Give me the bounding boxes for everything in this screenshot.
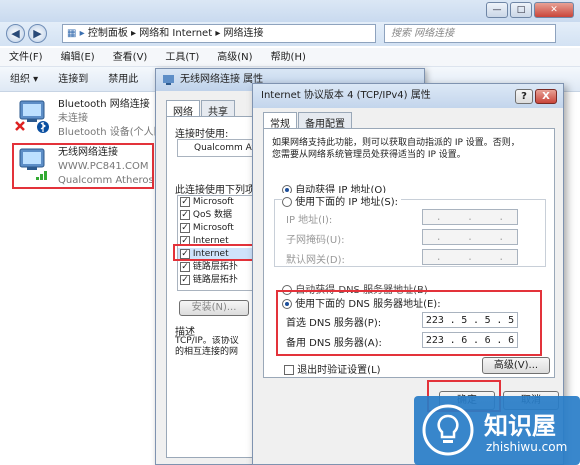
address-separator: ▸ [215, 28, 221, 39]
list-item[interactable]: ✓ QoS 数据 [178, 209, 256, 222]
maximize-button[interactable]: □ [510, 2, 532, 18]
menu-edit[interactable]: 编辑(E) [52, 48, 104, 67]
connection-adapter: Bluetooth 设备(个人区 [58, 127, 164, 138]
option-label: 使用下面的 DNS 服务器地址(E): [295, 299, 441, 310]
minimize-button[interactable]: — [486, 2, 508, 18]
list-item[interactable]: ✓ Microsoft [178, 222, 256, 235]
back-button[interactable]: ◀ [6, 24, 25, 43]
ip-octet: 223 [425, 334, 444, 346]
address-bar[interactable]: ▦ ▸ 控制面板 ▸ 网络和 Internet ▸ 网络连接 [62, 24, 376, 43]
gateway-label: 默认网关(D): [286, 255, 345, 266]
option-label: 使用下面的 IP 地址(S): [295, 197, 399, 208]
ip-octet: 5 [484, 314, 491, 326]
subnet-mask-input[interactable]: ... [422, 229, 518, 245]
tab-panel: 如果网络支持此功能，则可以获取自动指派的 IP 设置。否则， 您需要从网络系统管… [263, 128, 555, 378]
preferred-dns-label: 首选 DNS 服务器(P): [286, 318, 382, 329]
search-input[interactable]: 搜索 网络连接 [384, 24, 556, 43]
ip-octet: 6 [508, 334, 515, 346]
network-icon [163, 75, 174, 85]
ip-octet: 6 [484, 334, 491, 346]
alternate-dns-label: 备用 DNS 服务器(A): [286, 338, 382, 349]
close-button[interactable]: ✕ [534, 2, 574, 18]
disable-button[interactable]: 禁用此 [98, 67, 148, 92]
validate-option[interactable]: 退出时验证设置(L) [284, 361, 381, 376]
forward-button[interactable]: ▶ [28, 24, 47, 43]
adapter-name: Qualcomm At [194, 143, 256, 153]
watermark-url: zhishiwu.com [486, 440, 568, 454]
help-button[interactable]: ? [515, 89, 533, 104]
install-button[interactable]: 安装(N)... [179, 300, 249, 316]
radio-button[interactable] [282, 299, 292, 309]
organize-button[interactable]: 组织 ▾ [0, 67, 48, 92]
item-label: 链路层拓扑 [192, 275, 238, 285]
option-label: 退出时验证设置(L) [297, 365, 381, 376]
item-label: 链路层拓扑 [192, 262, 238, 272]
gateway-input[interactable]: ... [422, 249, 518, 265]
list-item[interactable]: ✓ 链路层拓扑 [178, 274, 256, 287]
lightbulb-logo-icon [422, 404, 474, 456]
menu-advanced[interactable]: 高级(N) [208, 48, 261, 67]
address-segment[interactable]: 网络和 Internet [139, 28, 212, 39]
ip-address-label: IP 地址(I): [286, 215, 333, 226]
address-segment[interactable]: 网络连接 [224, 28, 264, 39]
menu-file[interactable]: 文件(F) [0, 48, 52, 67]
address-separator: ▸ [131, 28, 137, 39]
items-label: 此连接使用下列项 [175, 185, 255, 196]
watermark: 知识屋 zhishiwu.com [414, 396, 580, 465]
subnet-mask-label: 子网掩码(U): [286, 235, 345, 246]
preferred-dns-input[interactable]: 223. 5. 5. 5 [422, 312, 518, 328]
ip-octet: 5 [508, 314, 515, 326]
network-adapter-icon [15, 100, 49, 133]
ip-octet: 223 [425, 314, 444, 326]
component-list: ✓ Microsoft ✓ QoS 数据 ✓ Microsoft ✓ Inter… [177, 195, 257, 291]
checkbox[interactable]: ✓ [180, 261, 190, 272]
connection-name: Bluetooth 网络连接 [58, 99, 150, 110]
checkbox[interactable]: ✓ [180, 196, 190, 207]
radio-button[interactable] [282, 197, 292, 207]
list-item[interactable]: ✓ 链路层拓扑 [178, 261, 256, 274]
address-icon: ▦ ▸ [67, 28, 88, 39]
ip-address-input[interactable]: ... [422, 209, 518, 225]
bluetooth-connection[interactable]: Bluetooth 网络连接 未连接 Bluetooth 设备(个人区 [14, 98, 164, 142]
connection-labels: Bluetooth 网络连接 未连接 Bluetooth 设备(个人区 [58, 98, 168, 140]
connect-using-label: 连接时使用: [175, 129, 229, 140]
checkbox[interactable]: ✓ [180, 222, 190, 233]
description-text: TCP/IP。该协议 的相互连接的网 [175, 336, 239, 357]
close-button[interactable]: X [535, 89, 557, 104]
menu-tools[interactable]: 工具(T) [156, 48, 208, 67]
address-segment[interactable]: 控制面板 [88, 28, 128, 39]
manual-dns-option[interactable]: 使用下面的 DNS 服务器地址(E): [282, 295, 441, 310]
intro-text: 如果网络支持此功能，则可以获取自动指派的 IP 设置。否则， 您需要从网络系统管… [272, 138, 520, 160]
checkbox[interactable]: ✓ [180, 209, 190, 220]
checkbox[interactable] [284, 365, 294, 375]
alternate-dns-input[interactable]: 223. 6. 6. 6 [422, 332, 518, 348]
item-label: QoS 数据 [192, 210, 233, 220]
menu-help[interactable]: 帮助(H) [262, 48, 315, 67]
checkbox[interactable]: ✓ [180, 274, 190, 285]
connection-status: 未连接 [58, 113, 88, 124]
watermark-title: 知识屋 [484, 412, 556, 440]
item-label: Microsoft [192, 197, 234, 207]
list-item[interactable]: ✓ Microsoft [178, 196, 256, 209]
advanced-button[interactable]: 高级(V)... [482, 357, 550, 374]
menu-view[interactable]: 查看(V) [104, 48, 157, 67]
window-controls: — □ ✕ [486, 2, 574, 18]
manual-ip-option[interactable]: 使用下面的 IP 地址(S): [282, 193, 402, 208]
highlight-box [12, 143, 154, 189]
adapter-field: Qualcomm At [177, 139, 257, 157]
ip-octet: 6 [461, 334, 468, 346]
explorer-title-bar: — □ ✕ [0, 0, 580, 22]
connect-to-button[interactable]: 连接到 [48, 67, 98, 92]
item-label: Microsoft [192, 223, 234, 233]
ip-octet: 5 [461, 314, 468, 326]
menu-bar: 文件(F) 编辑(E) 查看(V) 工具(T) 高级(N) 帮助(H) [0, 48, 580, 67]
